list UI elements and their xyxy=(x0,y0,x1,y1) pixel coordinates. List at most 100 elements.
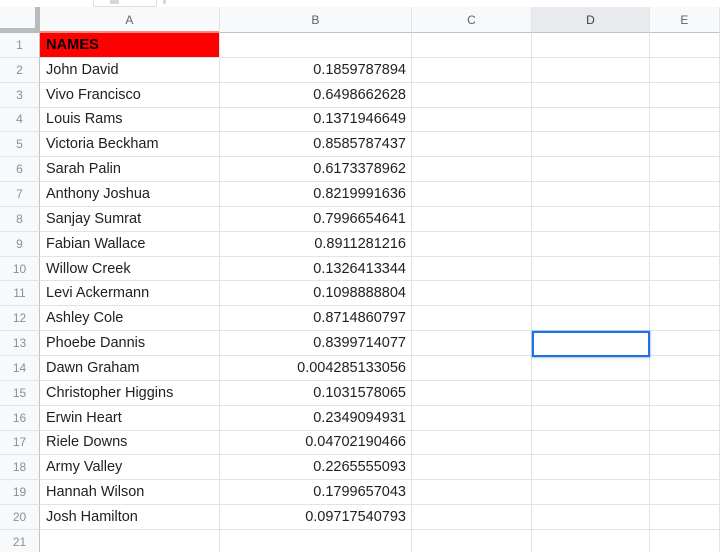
column-header-e[interactable]: E xyxy=(650,7,720,33)
cell-B12[interactable]: 0.8714860797 xyxy=(220,306,412,332)
row-header-8[interactable]: 8 xyxy=(0,206,40,232)
cell-C8[interactable] xyxy=(412,206,532,232)
cell-E11[interactable] xyxy=(650,281,720,307)
cell-A16[interactable]: Erwin Heart xyxy=(40,405,220,431)
cell-A18[interactable]: Army Valley xyxy=(40,455,220,481)
cell-C4[interactable] xyxy=(412,107,532,133)
cell-B16[interactable]: 0.2349094931 xyxy=(220,405,412,431)
cell-B4[interactable]: 0.1371946649 xyxy=(220,107,412,133)
cell-A12[interactable]: Ashley Cole xyxy=(40,306,220,332)
cell-E16[interactable] xyxy=(650,405,720,431)
cell-E12[interactable] xyxy=(650,306,720,332)
cell-B3[interactable]: 0.6498662628 xyxy=(220,82,412,108)
row-header-19[interactable]: 19 xyxy=(0,480,40,506)
cell-B5[interactable]: 0.8585787437 xyxy=(220,132,412,158)
cell-D20[interactable] xyxy=(532,505,650,530)
cell-D19[interactable] xyxy=(532,480,650,506)
cell-B18[interactable]: 0.2265555093 xyxy=(220,455,412,481)
spreadsheet-grid[interactable]: ABCDE 1 2 3 4 5 6 7 8 9 10 11 12 13 14 15 16 17 18 19 20 21 … xyxy=(0,7,720,552)
cell-D10[interactable] xyxy=(532,256,650,282)
cell-C21[interactable] xyxy=(412,529,532,552)
cell-B17[interactable]: 0.04702190466 xyxy=(220,430,412,456)
cell-D15[interactable] xyxy=(532,380,650,406)
cell-A2[interactable]: John David xyxy=(40,57,220,83)
row-header-15[interactable]: 15 xyxy=(0,380,40,406)
cell-E14[interactable] xyxy=(650,355,720,381)
cell-D5[interactable] xyxy=(532,132,650,158)
row-header-14[interactable]: 14 xyxy=(0,355,40,381)
cell-E6[interactable] xyxy=(650,157,720,183)
cell-E8[interactable] xyxy=(650,206,720,232)
row-header-18[interactable]: 18 xyxy=(0,455,40,481)
column-header-a[interactable]: A xyxy=(40,7,220,33)
cell-B1[interactable] xyxy=(220,33,412,58)
row-header-6[interactable]: 6 xyxy=(0,157,40,183)
cell-A8[interactable]: Sanjay Sumrat xyxy=(40,206,220,232)
cell-C16[interactable] xyxy=(412,405,532,431)
cell-B13[interactable]: 0.8399714077 xyxy=(220,331,412,356)
cell-A19[interactable]: Hannah Wilson xyxy=(40,480,220,506)
cell-B8[interactable]: 0.7996654641 xyxy=(220,206,412,232)
column-header-d[interactable]: D xyxy=(532,7,650,33)
cell-C19[interactable] xyxy=(412,480,532,506)
cell-A5[interactable]: Victoria Beckham xyxy=(40,132,220,158)
cell-C10[interactable] xyxy=(412,256,532,282)
cell-D14[interactable] xyxy=(532,355,650,381)
cell-D17[interactable] xyxy=(532,430,650,456)
column-header-c[interactable]: C xyxy=(412,7,532,33)
toolbar-control-chip[interactable] xyxy=(93,0,157,7)
cell-E18[interactable] xyxy=(650,455,720,481)
cell-C9[interactable] xyxy=(412,231,532,257)
cell-B2[interactable]: 0.1859787894 xyxy=(220,57,412,83)
cell-A20[interactable]: Josh Hamilton xyxy=(40,505,220,530)
cell-C20[interactable] xyxy=(412,505,532,530)
cell-A4[interactable]: Louis Rams xyxy=(40,107,220,133)
cell-D1[interactable] xyxy=(532,33,650,58)
cell-D8[interactable] xyxy=(532,206,650,232)
cell-B9[interactable]: 0.8911281216 xyxy=(220,231,412,257)
cell-C15[interactable] xyxy=(412,380,532,406)
cell-D12[interactable] xyxy=(532,306,650,332)
active-cell-indicator[interactable] xyxy=(532,331,650,358)
cell-D11[interactable] xyxy=(532,281,650,307)
cell-A9[interactable]: Fabian Wallace xyxy=(40,231,220,257)
cell-C14[interactable] xyxy=(412,355,532,381)
cell-D18[interactable] xyxy=(532,455,650,481)
cell-E10[interactable] xyxy=(650,256,720,282)
row-header-9[interactable]: 9 xyxy=(0,231,40,257)
cell-E3[interactable] xyxy=(650,82,720,108)
cell-A17[interactable]: Riele Downs xyxy=(40,430,220,456)
select-all-corner[interactable] xyxy=(0,7,40,33)
cell-E2[interactable] xyxy=(650,57,720,83)
row-header-16[interactable]: 16 xyxy=(0,405,40,431)
cell-B19[interactable]: 0.1799657043 xyxy=(220,480,412,506)
cell-B6[interactable]: 0.6173378962 xyxy=(220,157,412,183)
cell-B14[interactable]: 0.004285133056 xyxy=(220,355,412,381)
cell-C2[interactable] xyxy=(412,57,532,83)
cell-E19[interactable] xyxy=(650,480,720,506)
cell-E17[interactable] xyxy=(650,430,720,456)
cell-D9[interactable] xyxy=(532,231,650,257)
cell-D7[interactable] xyxy=(532,182,650,207)
cell-D16[interactable] xyxy=(532,405,650,431)
row-header-21[interactable]: 21 xyxy=(0,529,40,552)
cell-A14[interactable]: Dawn Graham xyxy=(40,355,220,381)
cell-B15[interactable]: 0.1031578065 xyxy=(220,380,412,406)
row-header-13[interactable]: 13 xyxy=(0,331,40,356)
row-header-12[interactable]: 12 xyxy=(0,306,40,332)
row-header-2[interactable]: 2 xyxy=(0,57,40,83)
cell-D6[interactable] xyxy=(532,157,650,183)
cell-C7[interactable] xyxy=(412,182,532,207)
cell-C3[interactable] xyxy=(412,82,532,108)
cell-C6[interactable] xyxy=(412,157,532,183)
cell-E1[interactable] xyxy=(650,33,720,58)
cell-area[interactable]: NAMES John David 0.1859787894 Vivo Francisc… xyxy=(40,33,720,552)
row-header-17[interactable]: 17 xyxy=(0,430,40,456)
cell-D3[interactable] xyxy=(532,82,650,108)
cell-D21[interactable] xyxy=(532,529,650,552)
cell-E7[interactable] xyxy=(650,182,720,207)
cell-C5[interactable] xyxy=(412,132,532,158)
cell-A3[interactable]: Vivo Francisco xyxy=(40,82,220,108)
cell-B11[interactable]: 0.1098888804 xyxy=(220,281,412,307)
cell-E4[interactable] xyxy=(650,107,720,133)
